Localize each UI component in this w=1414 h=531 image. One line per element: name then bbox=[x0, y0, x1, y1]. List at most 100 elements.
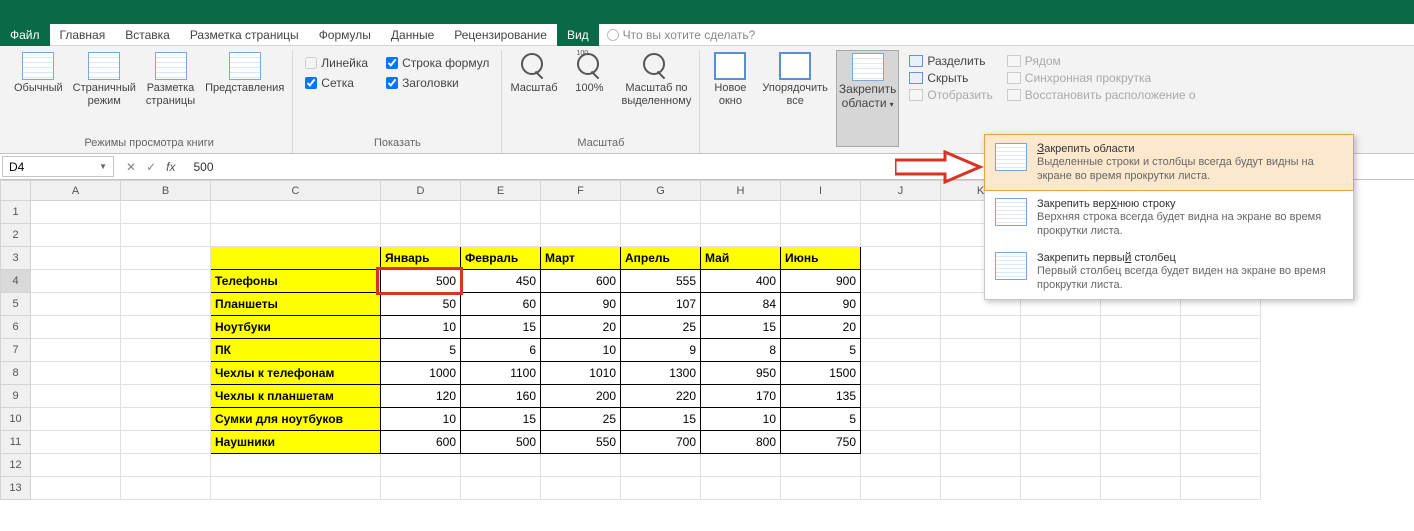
menu-tab-данные[interactable]: Данные bbox=[381, 24, 444, 46]
cell[interactable] bbox=[1021, 477, 1101, 500]
cell[interactable]: Чехлы к телефонам bbox=[211, 362, 381, 385]
view-normal-button[interactable]: Обычный bbox=[12, 50, 65, 135]
menu-file[interactable]: Файл bbox=[0, 24, 50, 46]
chevron-down-icon[interactable]: ▼ bbox=[99, 162, 107, 171]
cell[interactable] bbox=[1101, 316, 1181, 339]
cell[interactable]: 5 bbox=[781, 408, 861, 431]
cell[interactable] bbox=[1181, 408, 1261, 431]
cell[interactable] bbox=[861, 408, 941, 431]
formula-bar-checkbox[interactable]: Строка формул bbox=[386, 56, 489, 70]
column-header[interactable]: G bbox=[621, 181, 701, 201]
cell[interactable] bbox=[861, 201, 941, 224]
cell[interactable]: 400 bbox=[701, 270, 781, 293]
cell[interactable]: 600 bbox=[541, 270, 621, 293]
menu-tab-вид[interactable]: Вид bbox=[557, 24, 599, 46]
cell[interactable]: 10 bbox=[381, 316, 461, 339]
row-header[interactable]: 7 bbox=[1, 339, 31, 362]
column-header[interactable]: F bbox=[541, 181, 621, 201]
cell[interactable] bbox=[941, 454, 1021, 477]
cell[interactable] bbox=[31, 431, 121, 454]
cell[interactable] bbox=[31, 477, 121, 500]
zoom-100-button[interactable]: 100100% bbox=[566, 50, 614, 135]
cell[interactable]: 10 bbox=[701, 408, 781, 431]
cell[interactable]: 900 bbox=[781, 270, 861, 293]
cell[interactable] bbox=[941, 385, 1021, 408]
ruler-checkbox[interactable]: Линейка bbox=[305, 56, 368, 70]
cell[interactable] bbox=[1021, 385, 1101, 408]
cell[interactable] bbox=[861, 316, 941, 339]
cell[interactable] bbox=[121, 431, 211, 454]
cell[interactable]: 550 bbox=[541, 431, 621, 454]
cell[interactable] bbox=[1021, 431, 1101, 454]
cell[interactable] bbox=[121, 316, 211, 339]
cell[interactable]: 5 bbox=[781, 339, 861, 362]
cell[interactable] bbox=[461, 454, 541, 477]
cell[interactable] bbox=[1181, 362, 1261, 385]
cell[interactable]: 1500 bbox=[781, 362, 861, 385]
view-page-break-button[interactable]: Страничный режим bbox=[71, 50, 138, 135]
cell[interactable] bbox=[861, 454, 941, 477]
cell[interactable] bbox=[31, 316, 121, 339]
cell[interactable]: 135 bbox=[781, 385, 861, 408]
cell[interactable] bbox=[621, 201, 701, 224]
new-window-button[interactable]: Новое окно bbox=[706, 50, 754, 147]
cell[interactable] bbox=[211, 477, 381, 500]
view-page-layout-button[interactable]: Разметка страницы bbox=[144, 50, 197, 135]
cell[interactable]: 6 bbox=[461, 339, 541, 362]
cell[interactable]: 5 bbox=[381, 339, 461, 362]
freeze-panes-button[interactable]: Закрепить области ▾ bbox=[836, 50, 899, 147]
cell[interactable]: Февраль bbox=[461, 247, 541, 270]
column-header[interactable]: D bbox=[381, 181, 461, 201]
cell[interactable] bbox=[211, 201, 381, 224]
cell[interactable] bbox=[541, 201, 621, 224]
cell[interactable] bbox=[461, 224, 541, 247]
cell[interactable]: 15 bbox=[701, 316, 781, 339]
cell[interactable] bbox=[701, 201, 781, 224]
cell[interactable] bbox=[1101, 431, 1181, 454]
cell[interactable]: 25 bbox=[541, 408, 621, 431]
cell[interactable]: Ноутбуки bbox=[211, 316, 381, 339]
cell[interactable] bbox=[1021, 408, 1101, 431]
column-header[interactable]: A bbox=[31, 181, 121, 201]
menu-tab-вставка[interactable]: Вставка bbox=[115, 24, 180, 46]
tell-me-search[interactable]: Что вы хотите сделать? bbox=[599, 28, 764, 42]
column-header[interactable]: J bbox=[861, 181, 941, 201]
row-header[interactable]: 3 bbox=[1, 247, 31, 270]
cell[interactable]: 15 bbox=[461, 408, 541, 431]
menu-tab-рецензирование[interactable]: Рецензирование bbox=[444, 24, 557, 46]
row-header[interactable]: 8 bbox=[1, 362, 31, 385]
cell[interactable] bbox=[941, 362, 1021, 385]
cell[interactable]: 90 bbox=[781, 293, 861, 316]
cell[interactable]: 1100 bbox=[461, 362, 541, 385]
cell[interactable] bbox=[381, 477, 461, 500]
cell[interactable] bbox=[121, 339, 211, 362]
menu-tab-формулы[interactable]: Формулы bbox=[309, 24, 381, 46]
cell[interactable]: Чехлы к планшетам bbox=[211, 385, 381, 408]
cell[interactable]: 25 bbox=[621, 316, 701, 339]
cell[interactable]: 555 bbox=[621, 270, 701, 293]
column-header[interactable]: E bbox=[461, 181, 541, 201]
freeze-option[interactable]: Закрепить первый столбецПервый столбец в… bbox=[985, 244, 1353, 299]
cell[interactable]: 20 bbox=[541, 316, 621, 339]
cell[interactable] bbox=[861, 385, 941, 408]
cell[interactable]: 1010 bbox=[541, 362, 621, 385]
cell[interactable] bbox=[541, 454, 621, 477]
cell[interactable] bbox=[121, 201, 211, 224]
cell[interactable]: 1300 bbox=[621, 362, 701, 385]
cell[interactable] bbox=[31, 362, 121, 385]
cell[interactable] bbox=[211, 247, 381, 270]
cell[interactable]: Планшеты bbox=[211, 293, 381, 316]
cell[interactable] bbox=[121, 247, 211, 270]
row-header[interactable]: 12 bbox=[1, 454, 31, 477]
cell[interactable] bbox=[1101, 385, 1181, 408]
cell[interactable] bbox=[861, 477, 941, 500]
cell[interactable] bbox=[941, 316, 1021, 339]
cell[interactable] bbox=[1181, 339, 1261, 362]
column-header[interactable]: H bbox=[701, 181, 781, 201]
cell[interactable]: 107 bbox=[621, 293, 701, 316]
menu-tab-главная[interactable]: Главная bbox=[50, 24, 116, 46]
row-header[interactable]: 13 bbox=[1, 477, 31, 500]
cell[interactable] bbox=[31, 270, 121, 293]
cell[interactable] bbox=[461, 201, 541, 224]
cell[interactable] bbox=[941, 339, 1021, 362]
